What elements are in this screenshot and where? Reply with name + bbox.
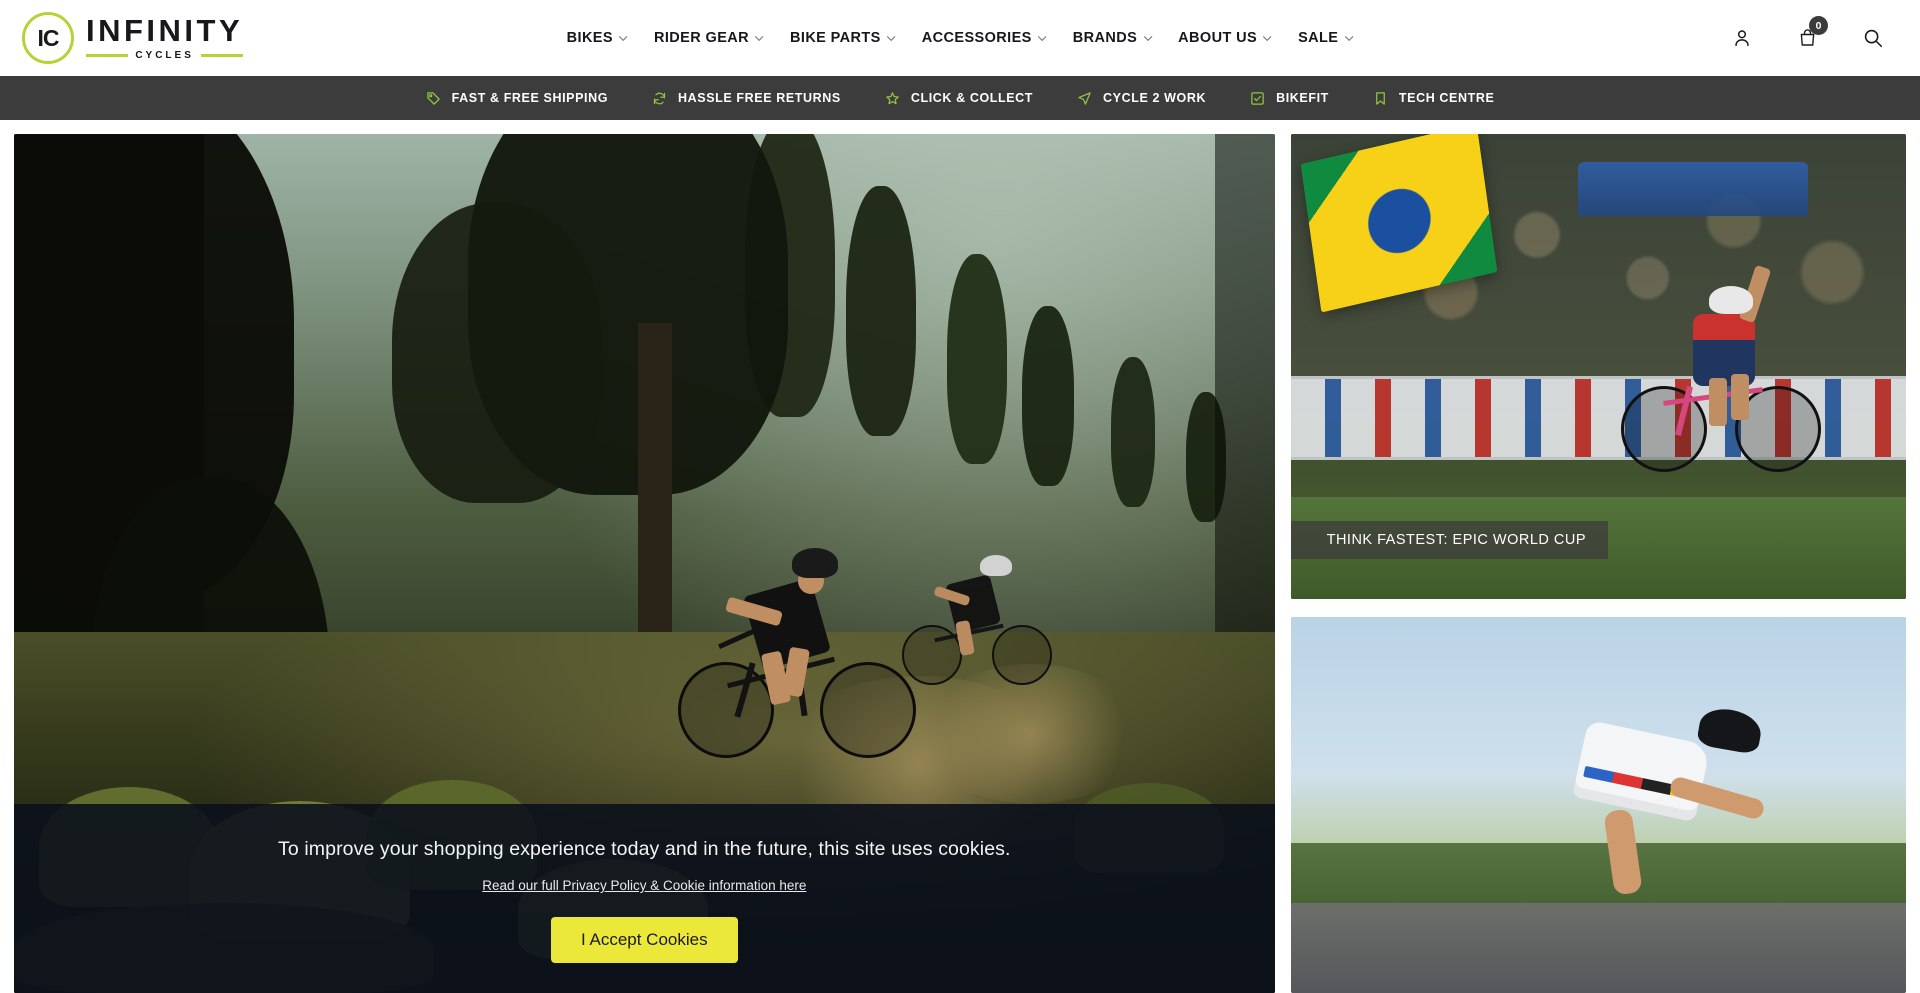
site-logo[interactable]: IC INFINITY CYCLES — [22, 12, 244, 64]
header-actions: 0 — [1731, 16, 1898, 49]
logo-monogram: IC — [22, 12, 74, 64]
promo-card-road[interactable] — [1290, 617, 1906, 993]
chevron-down-icon — [619, 34, 628, 43]
star-icon — [885, 91, 900, 106]
chevron-down-icon — [755, 34, 764, 43]
hero-rider-background — [896, 529, 1086, 719]
cookie-consent-banner: To improve your shopping experience toda… — [14, 804, 1275, 993]
promo-column: THINK FASTEST: EPIC WORLD CUP — [1290, 134, 1906, 993]
paper-plane-icon — [1077, 91, 1092, 106]
chevron-down-icon — [1263, 34, 1272, 43]
main-navigation: BIKES RIDER GEAR BIKE PARTS ACCESSORIES … — [567, 30, 1354, 46]
announcement-item-label: BIKEFIT — [1276, 91, 1329, 105]
search-icon — [1864, 29, 1883, 48]
announcement-item-label: FAST & FREE SHIPPING — [451, 91, 609, 105]
logo-rule-right — [200, 54, 244, 57]
nav-item-accessories[interactable]: ACCESSORIES — [922, 30, 1047, 46]
nav-item-label: ABOUT US — [1178, 30, 1258, 46]
nav-item-label: SALE — [1298, 30, 1339, 46]
chevron-down-icon — [1143, 34, 1152, 43]
brazil-flag — [1300, 134, 1498, 313]
hero-banner[interactable]: To improve your shopping experience toda… — [14, 134, 1275, 993]
search-button[interactable] — [1862, 27, 1884, 49]
announcement-item-label: CLICK & COLLECT — [910, 91, 1034, 105]
announcement-item-cycle-2-work[interactable]: CYCLE 2 WORK — [1077, 91, 1206, 106]
refresh-icon — [652, 91, 667, 106]
cookie-message: To improve your shopping experience toda… — [278, 838, 1011, 860]
nav-item-about-us[interactable]: ABOUT US — [1178, 30, 1272, 46]
promo-image-road — [1290, 617, 1906, 993]
bookmark-icon — [1373, 91, 1388, 106]
nav-item-rider-gear[interactable]: RIDER GEAR — [654, 30, 764, 46]
announcement-bar: FAST & FREE SHIPPING HASSLE FREE RETURNS… — [0, 76, 1920, 120]
nav-item-label: BIKES — [566, 30, 613, 46]
nav-item-brands[interactable]: BRANDS — [1073, 30, 1152, 46]
nav-item-sale[interactable]: SALE — [1298, 30, 1353, 46]
nav-item-bikes[interactable]: BIKES — [567, 30, 628, 46]
logo-wordmark: INFINITY CYCLES — [86, 13, 244, 61]
logo-brand-name: INFINITY — [86, 13, 244, 48]
logo-tagline: CYCLES — [135, 50, 194, 61]
nav-item-bike-parts[interactable]: BIKE PARTS — [790, 30, 896, 46]
chevron-down-icon — [887, 34, 896, 43]
chevron-down-icon — [1038, 34, 1047, 43]
tag-icon — [426, 91, 441, 106]
announcement-item-bikefit[interactable]: BIKEFIT — [1250, 91, 1329, 106]
announcement-item-click-collect[interactable]: CLICK & COLLECT — [885, 91, 1033, 106]
announcement-item-fast-free-shipping[interactable]: FAST & FREE SHIPPING — [426, 91, 608, 106]
announcement-item-hassle-free-returns[interactable]: HASSLE FREE RETURNS — [652, 91, 841, 106]
accept-cookies-button[interactable]: I Accept Cookies — [550, 917, 738, 963]
nav-item-label: ACCESSORIES — [921, 30, 1032, 46]
nav-item-label: BIKE PARTS — [790, 30, 881, 46]
site-header: IC INFINITY CYCLES BIKES RIDER GEAR BIKE… — [0, 0, 1920, 76]
logo-tagline-row: CYCLES — [86, 50, 244, 61]
nav-item-label: BRANDS — [1072, 30, 1138, 46]
promo-caption-world-cup: THINK FASTEST: EPIC WORLD CUP — [1290, 521, 1609, 559]
logo-rule-left — [86, 54, 129, 57]
announcement-item-tech-centre[interactable]: TECH CENTRE — [1373, 91, 1495, 106]
announcement-item-label: TECH CENTRE — [1398, 91, 1495, 105]
privacy-policy-link[interactable]: Read our full Privacy Policy & Cookie in… — [482, 878, 806, 893]
homepage-main: To improve your shopping experience toda… — [0, 120, 1920, 993]
announcement-item-label: HASSLE FREE RETURNS — [678, 91, 841, 105]
cart-button[interactable]: 0 — [1797, 16, 1828, 49]
account-button[interactable] — [1731, 27, 1753, 49]
promo-card-world-cup[interactable]: THINK FASTEST: EPIC WORLD CUP — [1290, 134, 1906, 599]
nav-item-label: RIDER GEAR — [653, 30, 750, 46]
check-square-icon — [1250, 91, 1265, 106]
announcement-item-label: CYCLE 2 WORK — [1103, 91, 1207, 105]
cart-count-badge: 0 — [1809, 16, 1828, 35]
user-icon — [1735, 30, 1749, 47]
chevron-down-icon — [1344, 34, 1353, 43]
